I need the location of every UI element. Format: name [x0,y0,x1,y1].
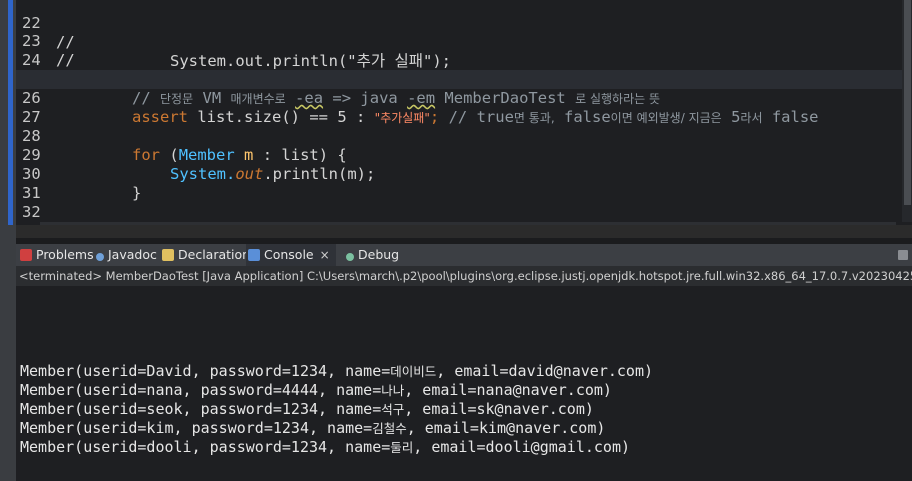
scroll-left-icon[interactable]: ◀ [40,222,54,225]
code-editor[interactable]: 22 // System.out.println("추가 실패"); 23 //… [16,0,912,225]
tab-javadoc[interactable]: Javadoc [96,244,157,266]
console-line: Member(userid=David, password=1234, name… [20,362,654,380]
tab-label: Debug [358,247,400,262]
close-icon[interactable]: × [320,244,330,266]
editor-horizontal-scrollbar[interactable]: ◀ ▶ [40,222,896,225]
code-line-28: 28 for (Member m : list) { [16,108,912,164]
javadoc-icon [96,253,104,261]
problems-icon [20,249,32,261]
code-line-27: 27 [16,89,912,126]
console-line: Member(userid=nana, password=4444, name=… [20,381,612,399]
window-left-border [0,0,16,481]
console-icon [248,249,260,261]
console-line: Member(userid=seok, password=1234, name=… [20,400,594,418]
console-line: Member(userid=kim, password=1234, name=김… [20,419,606,437]
view-tab-bar: Problems Javadoc Declaration Console × De… [16,244,912,266]
tab-debug[interactable]: Debug [346,244,399,266]
active-editor-accent [8,0,13,225]
tab-label: Declaration [178,247,251,262]
tab-console[interactable]: Console × [246,244,336,266]
code-line-26: 26 assert list.size() == 5 : "추가실패"; // … [16,70,912,126]
scrollbar-thumb[interactable] [904,0,911,205]
declaration-icon [162,249,174,261]
code-line-29: 29 System.out.println(m); [16,127,912,183]
tab-label: Problems [36,247,94,262]
code-line-32: 32 } [16,184,912,225]
editor-vertical-scrollbar[interactable] [902,0,912,222]
code-line-30: 30 } [16,146,912,202]
view-menu-icon[interactable] [898,250,908,260]
tab-label: Console [264,247,314,262]
code-line-25: 25 // 단정문 VM 매개변수로 -ea => java -em Membe… [16,51,912,107]
code-line-23: 23 // } [16,13,912,88]
tab-label: Javadoc [108,247,157,262]
code-line-31: 31 [16,165,912,202]
console-line: Member(userid=dooli, password=1234, name… [20,438,631,456]
scroll-right-icon[interactable]: ▶ [882,222,896,225]
console-output[interactable]: Member(userid=David, password=1234, name… [16,286,912,481]
code-line-33: 33 [16,203,912,225]
code-line-22: 22 // System.out.println("추가 실패"); [16,0,912,70]
tab-problems[interactable]: Problems [20,244,94,266]
debug-icon [346,253,354,261]
console-status-header: <terminated> MemberDaoTest [Java Applica… [16,266,912,286]
code-line-24: 24 [16,32,912,69]
tab-declaration[interactable]: Declaration [162,244,250,266]
terminated-label: <terminated> MemberDaoTest [Java Applica… [19,269,912,283]
